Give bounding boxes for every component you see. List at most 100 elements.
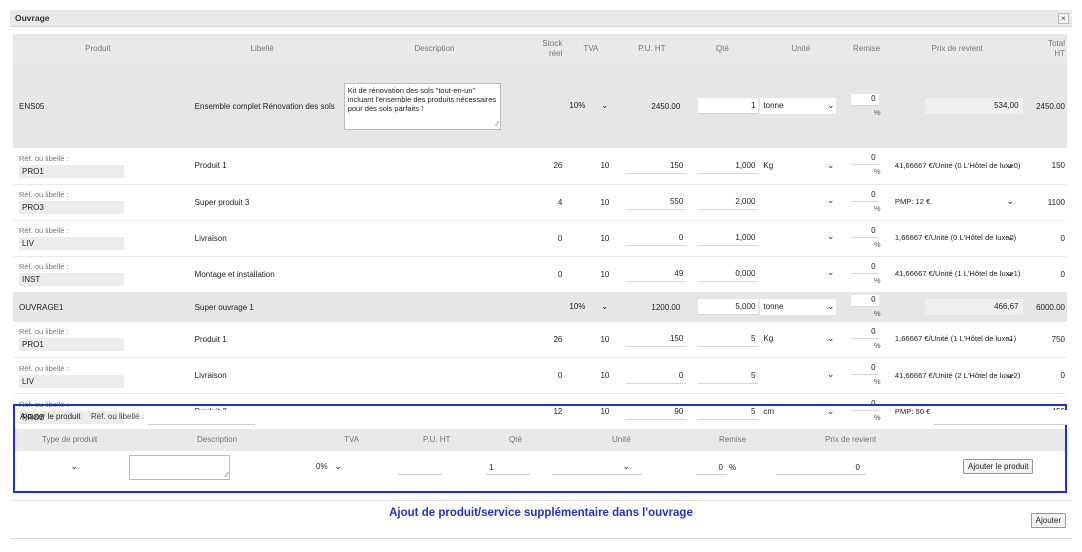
hdr-remise: Remise (719, 435, 747, 444)
cost-select[interactable]: 41,66667 €/Unité (2 L'Hôtel de luxe2) ⌄ (892, 368, 1021, 384)
table-header: Produit Libellé Description Stock réel TVA P.… (13, 34, 1067, 64)
pu-input[interactable]: 49 (626, 266, 687, 282)
hdr-unit: Unité (612, 435, 631, 444)
pu-input[interactable]: 550 (626, 194, 687, 210)
description-cell (341, 321, 528, 358)
remise-percent: % (873, 107, 881, 117)
ref-input[interactable]: PRO1 (19, 164, 124, 178)
column-header: Total HT (1024, 34, 1067, 64)
ajouter-button[interactable]: Ajouter (1030, 513, 1066, 528)
remise-field[interactable]: 0% (850, 151, 883, 178)
add-tva-select[interactable]: 0% ⌄ (316, 461, 342, 472)
unit-select[interactable]: ⌄ (760, 193, 836, 209)
remise-field[interactable]: 0% (850, 361, 883, 388)
description-cell (341, 292, 528, 322)
qty-input[interactable]: 5 (698, 367, 759, 384)
unit-select[interactable]: Kg ⌄ (760, 158, 836, 174)
ref-label: Réf. ou libellé : (19, 153, 69, 163)
remise-field[interactable]: 0% (850, 325, 883, 352)
tva-select[interactable]: 10% ⌄ (566, 98, 610, 114)
pu-input[interactable]: 150 (626, 331, 687, 348)
remise-field[interactable]: 0% (850, 92, 883, 119)
add-ref-extra-input[interactable] (934, 410, 1067, 425)
chevron-down-icon: ⌄ (600, 301, 609, 311)
remise-field[interactable]: 0% (850, 293, 883, 320)
add-remise-input[interactable]: 0 (696, 459, 726, 475)
hdr-tva: TVA (344, 435, 359, 444)
table-row: Réf. ou libellé : LIV Livraison 0 10 0 5 ⌄ 0% 41,… (13, 357, 1067, 394)
total-value: 150 (1024, 148, 1067, 185)
cost-select[interactable]: 41,66667 €/Unité (0 L'Hôtel de luxe0) ⌄ (892, 158, 1021, 174)
chevron-down-icon: ⌄ (1006, 232, 1014, 242)
chevron-down-icon: ⌄ (826, 159, 835, 170)
chevron-down-icon: ⌄ (1006, 196, 1014, 206)
qty-input[interactable]: 1 (698, 98, 759, 114)
qty-input[interactable]: 0,000 (698, 266, 759, 282)
ref-input[interactable]: LIV (19, 237, 124, 250)
product-label: Livraison (182, 220, 342, 257)
close-icon[interactable]: × (1058, 13, 1069, 24)
pu-input[interactable]: 0 (626, 230, 687, 246)
unit-value: tonne (763, 101, 784, 110)
unit-select[interactable]: tonne ⌄ (760, 98, 837, 114)
unit-select[interactable]: Kg ⌄ (760, 331, 836, 347)
unit-select[interactable]: ⌄ (760, 367, 836, 383)
remise-value: 0 (850, 294, 879, 307)
remise-field[interactable]: 0% (850, 224, 883, 251)
add-description-textarea[interactable]: ⁄⁄ (129, 455, 230, 480)
ref-input[interactable]: LIV (19, 374, 124, 388)
remise-field[interactable]: 0% (850, 188, 883, 215)
stock-cell (527, 64, 565, 148)
add-qty-input[interactable]: 1 (486, 459, 530, 475)
chevron-down-icon: ⌄ (600, 100, 609, 110)
unit-select[interactable]: tonne ⌄ (760, 299, 837, 315)
type-select[interactable]: ⌄ (20, 461, 78, 476)
divider (10, 500, 1072, 501)
ref-label: Réf. ou libellé : (19, 262, 69, 271)
ref-input[interactable]: PRO1 (19, 338, 124, 352)
add-unit-select[interactable]: ⌄ (552, 459, 642, 475)
unit-select[interactable]: ⌄ (760, 229, 836, 245)
column-header: P.U. HT (617, 34, 687, 64)
unit-select[interactable]: ⌄ (760, 265, 836, 281)
add-cost-input[interactable]: 0 (776, 459, 866, 475)
remise-value: 0 (850, 261, 879, 274)
tva-value: 10% (569, 101, 586, 110)
table-row: Réf. ou libellé : PRO1 Produit 1 26 10 150 5 Kg… (13, 321, 1067, 358)
cost-select[interactable]: 41,66667 €/Unité (1 L'Hôtel de luxe1) ⌄ (892, 266, 1021, 282)
column-header: Unité (758, 34, 844, 64)
pu-input[interactable]: 150 (626, 157, 687, 174)
chevron-down-icon: ⌄ (826, 301, 835, 311)
add-pu-input[interactable] (398, 459, 442, 475)
qty-input[interactable]: 5,000 (698, 299, 759, 315)
pu-input[interactable]: 0 (626, 367, 687, 384)
cost-select[interactable]: 1,66667 €/Unité (0 L'Hôtel de luxe0) ⌄ (892, 230, 1016, 246)
tva-select[interactable]: 10% ⌄ (566, 299, 610, 315)
table-row: OUVRAGE1 Super ouvrage 1 10% ⌄ 1200.00 5,000 t… (13, 292, 1067, 322)
hdr-description: Description (197, 435, 238, 444)
qty-input[interactable]: 1,000 (698, 157, 759, 174)
tva-value: 10 (564, 321, 618, 358)
caption: Ajout de produit/service supplémentaire … (389, 507, 693, 519)
cost-select[interactable]: 1,66667 €/Unité (1 L'Hôtel de luxe1) ⌄ (892, 331, 1016, 347)
add-product-button[interactable]: Ajouter le produit (963, 459, 1034, 474)
qty-input[interactable]: 5 (698, 331, 759, 348)
cost-select[interactable]: PMP: 12 € ⌄ (892, 194, 1016, 210)
add-ref-input[interactable] (148, 410, 255, 425)
qty-input[interactable]: 1,000 (698, 230, 759, 246)
description-textarea[interactable]: Kit de rénovation des sols "tout-en-un" … (343, 82, 501, 130)
stock-value: 4 (527, 184, 565, 221)
column-header: TVA (564, 34, 618, 64)
qty-input[interactable]: 2,000 (698, 194, 759, 210)
add-ref-label: Réf. ou libellé : (91, 412, 144, 421)
hdr-pu: P.U. HT (423, 435, 451, 444)
ref-input[interactable]: INST (19, 273, 124, 286)
remise-field[interactable]: 0% (850, 260, 883, 287)
chevron-down-icon: ⌄ (1006, 268, 1014, 278)
chevron-down-icon: ⌄ (622, 461, 630, 471)
tva-value: 10 (564, 148, 618, 185)
cost-value: 534,00 (924, 98, 1023, 114)
ref-input[interactable]: PRO3 (19, 201, 124, 214)
unit-value: Kg (763, 334, 774, 344)
hdr-qty: Qté (509, 435, 522, 444)
